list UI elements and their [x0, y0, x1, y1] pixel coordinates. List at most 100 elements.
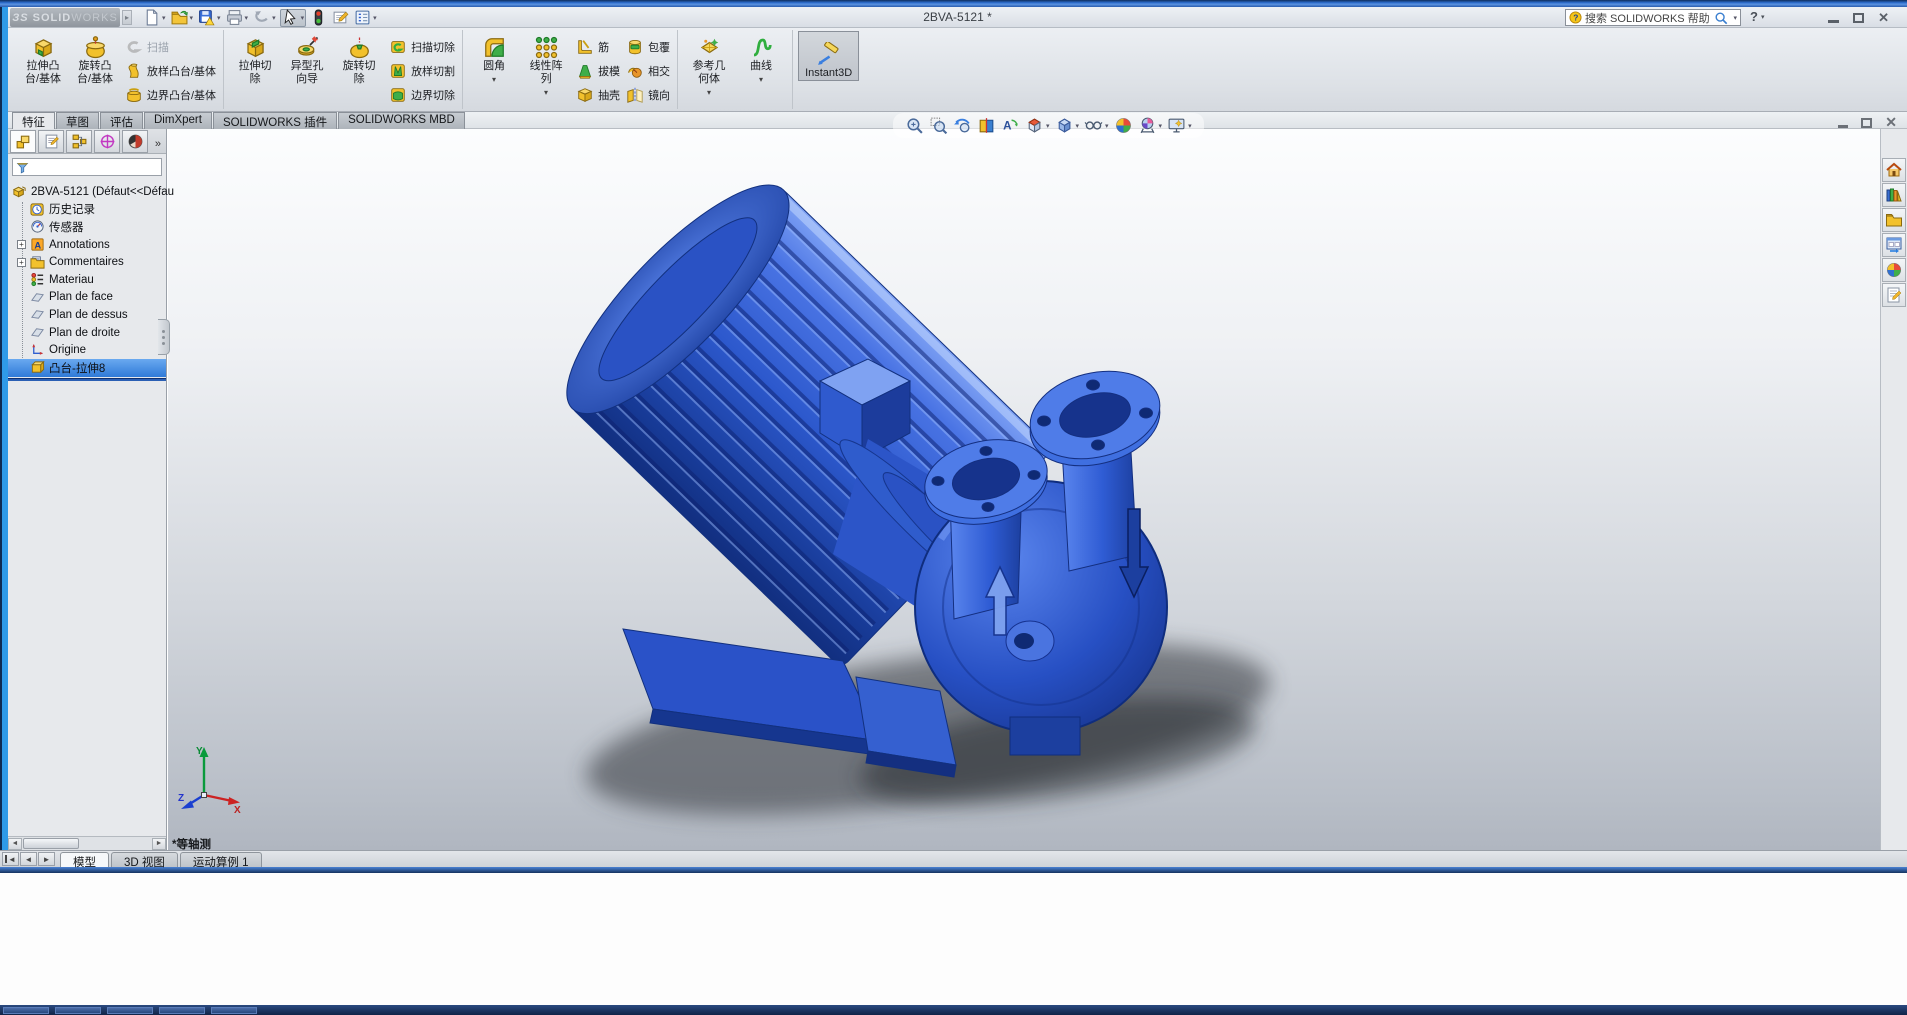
wrap-button[interactable]: 包覆	[626, 35, 670, 59]
tree-item-front-plane[interactable]: Plan de face	[8, 289, 166, 307]
apply-scene-button[interactable]: ▾	[1138, 116, 1163, 135]
lofted-cut-button[interactable]: 放样切割	[389, 59, 455, 83]
tab-3d-views[interactable]: 3D 视图	[111, 852, 178, 867]
tree-root-part[interactable]: 2BVA-5121 (Défaut<<Défau	[8, 183, 166, 201]
linear-pattern-dropdown[interactable]: ▾	[544, 86, 548, 96]
tree-item-top-plane[interactable]: Plan de dessus	[8, 306, 166, 324]
search-icon[interactable]	[1714, 11, 1728, 25]
taskbar-button[interactable]	[55, 1007, 101, 1014]
tab-dimxpert[interactable]: DimXpert	[144, 112, 212, 129]
draft-button[interactable]: 拔模	[576, 59, 620, 83]
expand-icon[interactable]: +	[17, 258, 26, 267]
tree-filter-bar[interactable]	[12, 158, 162, 176]
configurationmanager-tab[interactable]	[66, 130, 92, 153]
tree-item-boss-extrude8[interactable]: 凸台-拉伸8	[8, 359, 166, 377]
pump-3d-model[interactable]	[168, 129, 1880, 850]
first-tab-icon[interactable]: ◄	[2, 852, 19, 866]
3d-drawing-view-button[interactable]: A	[1001, 116, 1020, 135]
restore-icon[interactable]	[1853, 13, 1864, 23]
doc-close-icon[interactable]: ✕	[1885, 114, 1897, 131]
taskbar-button[interactable]	[211, 1007, 257, 1014]
close-icon[interactable]: ✕	[1878, 11, 1889, 24]
graphics-viewport[interactable]: Y X Z	[168, 129, 1880, 850]
tree-item-origin[interactable]: Origine	[8, 341, 166, 359]
rib-button[interactable]: 筋	[576, 35, 620, 59]
reference-geometry-button[interactable]: 参考几 何体 ▾	[683, 31, 735, 96]
boundary-cut-button[interactable]: 边界切除	[389, 83, 455, 107]
next-tab-icon[interactable]: ►	[38, 852, 55, 866]
hide-show-dropdown[interactable]: ▾	[1105, 122, 1109, 130]
intersect-button[interactable]: 相交	[626, 59, 670, 83]
extruded-cut-button[interactable]: 拉伸切 除	[229, 31, 281, 86]
tab-solidworks-mbd[interactable]: SOLIDWORKS MBD	[338, 112, 465, 129]
zoom-to-fit-button[interactable]	[905, 116, 924, 135]
tree-item-material[interactable]: Materiau	[8, 271, 166, 289]
minimize-icon[interactable]	[1828, 20, 1839, 23]
view-palette-button[interactable]	[1882, 233, 1906, 257]
search-dropdown[interactable]: ▾	[1733, 14, 1737, 22]
tab-solidworks-addins[interactable]: SOLIDWORKS 插件	[213, 112, 337, 129]
tab-sketch[interactable]: 草图	[56, 112, 99, 129]
taskbar-button[interactable]	[107, 1007, 153, 1014]
view-settings-button[interactable]: ▾	[1167, 116, 1192, 135]
scroll-right-icon[interactable]: ►	[152, 838, 166, 850]
edit-appearance-button[interactable]	[1114, 116, 1133, 135]
tab-motion-study[interactable]: 运动算例 1	[180, 852, 262, 867]
linear-pattern-button[interactable]: 线性阵 列 ▾	[520, 31, 572, 96]
zoom-to-area-button[interactable]	[929, 116, 948, 135]
design-library-button[interactable]	[1882, 183, 1906, 207]
help-button[interactable]: ?▾	[1750, 9, 1764, 24]
boundary-boss-button[interactable]: 边界凸台/基体	[125, 83, 216, 107]
taskbar-button[interactable]	[3, 1007, 49, 1014]
mirror-button[interactable]: 镜向	[626, 83, 670, 107]
apply-scene-dropdown[interactable]: ▾	[1159, 122, 1163, 130]
panel-splitter-grip[interactable]	[158, 319, 170, 355]
doc-minimize-icon[interactable]	[1838, 125, 1848, 128]
search-box[interactable]: ? 搜索 SOLIDWORKS 帮助 ▾	[1565, 9, 1741, 26]
taskbar-button[interactable]	[159, 1007, 205, 1014]
fillet-button[interactable]: 圆角 ▾	[468, 31, 520, 83]
scroll-left-icon[interactable]: ◄	[8, 838, 22, 850]
tab-features[interactable]: 特征	[12, 112, 55, 129]
shell-button[interactable]: 抽壳	[576, 83, 620, 107]
curves-button[interactable]: 曲线 ▾	[735, 31, 787, 83]
tree-item-right-plane[interactable]: Plan de droite	[8, 324, 166, 342]
help-dropdown[interactable]: ▾	[1761, 13, 1765, 21]
swept-boss-button[interactable]: 扫描	[125, 35, 216, 59]
revolved-cut-button[interactable]: 旋转切 除	[333, 31, 385, 86]
featuremanager-tab[interactable]	[10, 130, 36, 153]
lofted-boss-button[interactable]: 放样凸台/基体	[125, 59, 216, 83]
propertymanager-tab[interactable]	[38, 130, 64, 153]
hide-show-items-button[interactable]: ▾	[1084, 116, 1109, 135]
reference-geometry-dropdown[interactable]: ▾	[707, 86, 711, 96]
extruded-boss-button[interactable]: 拉伸凸 台/基体	[17, 31, 69, 86]
view-orientation-dropdown[interactable]: ▾	[1046, 122, 1050, 130]
previous-view-button[interactable]	[953, 116, 972, 135]
tree-item-sensors[interactable]: 传感器	[8, 218, 166, 236]
dimxpertmanager-tab[interactable]	[94, 130, 120, 153]
expand-icon[interactable]: +	[17, 240, 26, 249]
hole-wizard-button[interactable]: 异型孔 向导	[281, 31, 333, 86]
view-orientation-button[interactable]: ▾	[1025, 116, 1050, 135]
rollback-bar[interactable]	[8, 378, 166, 381]
custom-properties-button[interactable]	[1882, 283, 1906, 307]
doc-restore-icon[interactable]	[1861, 118, 1872, 128]
file-explorer-button[interactable]	[1882, 208, 1906, 232]
swept-cut-button[interactable]: 扫描切除	[389, 35, 455, 59]
tree-item-history[interactable]: 历史记录	[8, 201, 166, 219]
home-tab-button[interactable]	[1882, 158, 1906, 182]
revolved-boss-button[interactable]: 旋转凸 台/基体	[69, 31, 121, 86]
panel-horizontal-scrollbar[interactable]: ◄ ►	[8, 836, 166, 850]
fillet-dropdown[interactable]: ▾	[492, 73, 496, 83]
tab-evaluate[interactable]: 评估	[100, 112, 143, 129]
view-settings-dropdown[interactable]: ▾	[1188, 122, 1192, 130]
curves-dropdown[interactable]: ▾	[759, 73, 763, 83]
display-style-button[interactable]: ▾	[1055, 116, 1080, 135]
panel-tabs-overflow[interactable]: »	[155, 138, 166, 153]
tab-model[interactable]: 模型	[60, 852, 109, 867]
tree-item-comments[interactable]: + Commentaires	[8, 253, 166, 271]
previous-tab-icon[interactable]: ◄	[20, 852, 37, 866]
display-style-dropdown[interactable]: ▾	[1076, 122, 1080, 130]
section-view-button[interactable]	[977, 116, 996, 135]
instant3d-button[interactable]: Instant3D	[798, 31, 859, 81]
